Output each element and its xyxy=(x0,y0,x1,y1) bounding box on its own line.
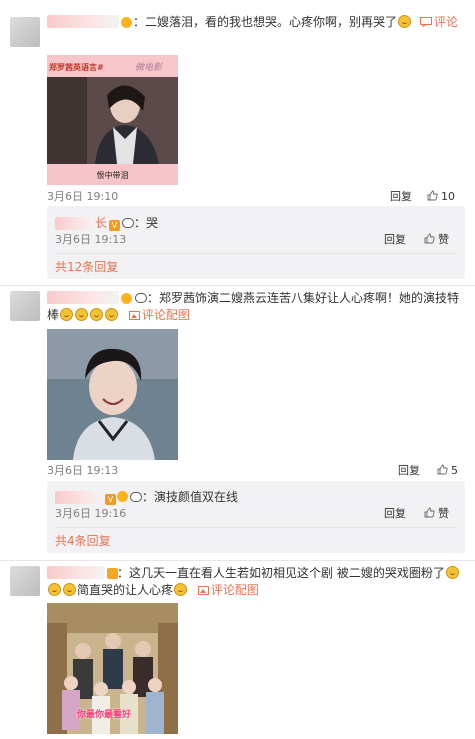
panda-badge-icon xyxy=(122,218,135,228)
reply-panel: 长 V ：哭 3月6日 19:13 回复 赞 共12条回复 xyxy=(47,206,465,279)
photo-actress-crying-image xyxy=(47,329,178,460)
comment-text: ：这几天一直在看人生若如初相见这个剧 被二嫂的哭戏圈粉了 xyxy=(117,566,445,580)
reply-button[interactable]: 回复 xyxy=(398,464,420,478)
reply-text: ：演技颜值双在线 xyxy=(142,490,239,504)
like-count: 5 xyxy=(451,464,458,477)
avatar[interactable] xyxy=(10,291,40,321)
comment-image[interactable]: 你最你最看好 xyxy=(47,603,178,734)
image-caption-top: 郑罗茜英语言# xyxy=(49,63,104,72)
laugh-emoji-icon xyxy=(445,566,459,579)
comment-with-image-link[interactable]: 评论配图 xyxy=(197,583,259,597)
reply-reply-button[interactable]: 回复 xyxy=(384,507,406,521)
comment-image[interactable]: 郑罗茜英语言# 微电影 恨中带泪 xyxy=(47,55,178,185)
reply-like-button[interactable]: 赞 xyxy=(424,507,449,521)
comment-text-line2: 棒 xyxy=(47,308,60,322)
comment-text-line2: 简直哭的让人心疼 xyxy=(77,583,174,597)
reply-username-tail[interactable]: 长 xyxy=(95,216,107,230)
picture-icon xyxy=(197,586,209,595)
divider xyxy=(0,560,475,561)
comment-text: ：郑罗茜饰演二嫂燕云连苦八集好让人心疼啊！她的演技特 xyxy=(147,291,460,305)
image-caption-bottom: 恨中带泪 xyxy=(96,171,129,180)
reply-username[interactable] xyxy=(55,217,95,230)
reply-reply-button[interactable]: 回复 xyxy=(384,233,406,247)
more-replies-link[interactable]: 共4条回复 xyxy=(55,533,111,549)
member-badge-icon xyxy=(117,491,128,502)
member-badge-icon xyxy=(121,293,132,304)
bear-emoji-icon xyxy=(63,583,76,596)
avatar[interactable] xyxy=(10,566,40,596)
like-button[interactable]: 5 xyxy=(437,464,458,478)
panda-badge-icon xyxy=(135,293,147,303)
comment-link[interactable]: 评论 xyxy=(420,14,458,30)
reply-text: ：哭 xyxy=(134,216,159,230)
avatar[interactable] xyxy=(10,17,40,47)
reply-date: 3月6日 19:16 xyxy=(55,507,127,520)
divider xyxy=(55,253,457,254)
like-button[interactable]: 10 xyxy=(427,190,455,204)
thumbs-up-icon xyxy=(424,507,435,518)
image-caption: 你最你最看好 xyxy=(77,710,132,720)
reply-panel: V ：演技颜值双在线 3月6日 19:16 回复 赞 共4条回复 xyxy=(47,481,465,553)
username[interactable] xyxy=(47,566,105,579)
grin-emoji-icon xyxy=(105,308,119,321)
comment-icon xyxy=(420,17,432,28)
comment-date: 3月6日 19:10 xyxy=(47,190,119,203)
image-watermark: 微电影 xyxy=(135,63,163,73)
grin-emoji-icon xyxy=(90,308,104,321)
clap-emoji-icon xyxy=(60,308,74,321)
reply-like-button[interactable]: 赞 xyxy=(424,233,449,247)
divider xyxy=(55,527,457,528)
bear-emoji-icon xyxy=(174,583,188,596)
comment-with-image-link[interactable]: 评论配图 xyxy=(128,308,190,322)
reply-username[interactable] xyxy=(55,491,103,504)
like-count: 10 xyxy=(441,190,455,203)
comment-image[interactable] xyxy=(47,329,178,460)
laugh-emoji-icon xyxy=(48,583,61,596)
thumbs-up-icon xyxy=(424,233,435,244)
member-badge-icon xyxy=(121,17,132,28)
picture-icon xyxy=(128,311,140,320)
username[interactable] xyxy=(47,15,119,28)
comment-date: 3月6日 19:13 xyxy=(47,464,119,477)
reply-date: 3月6日 19:13 xyxy=(55,233,127,246)
comment-text: ：二嫂落泪，看的我也想哭。心疼你啊，别再哭了 xyxy=(133,15,398,29)
thumbs-up-icon xyxy=(437,464,448,475)
photo-actress-image xyxy=(47,77,178,185)
verified-v-icon: V xyxy=(105,494,116,505)
more-replies-link[interactable]: 共12条回复 xyxy=(55,259,118,275)
reply-button[interactable]: 回复 xyxy=(390,190,412,204)
clap-emoji-icon xyxy=(75,308,89,321)
panda-badge-icon xyxy=(130,492,142,502)
divider xyxy=(0,285,475,286)
thumbs-up-icon xyxy=(427,190,438,201)
username[interactable] xyxy=(47,291,119,304)
verified-v-icon: V xyxy=(109,220,121,231)
crying-emoji-icon xyxy=(398,15,412,28)
